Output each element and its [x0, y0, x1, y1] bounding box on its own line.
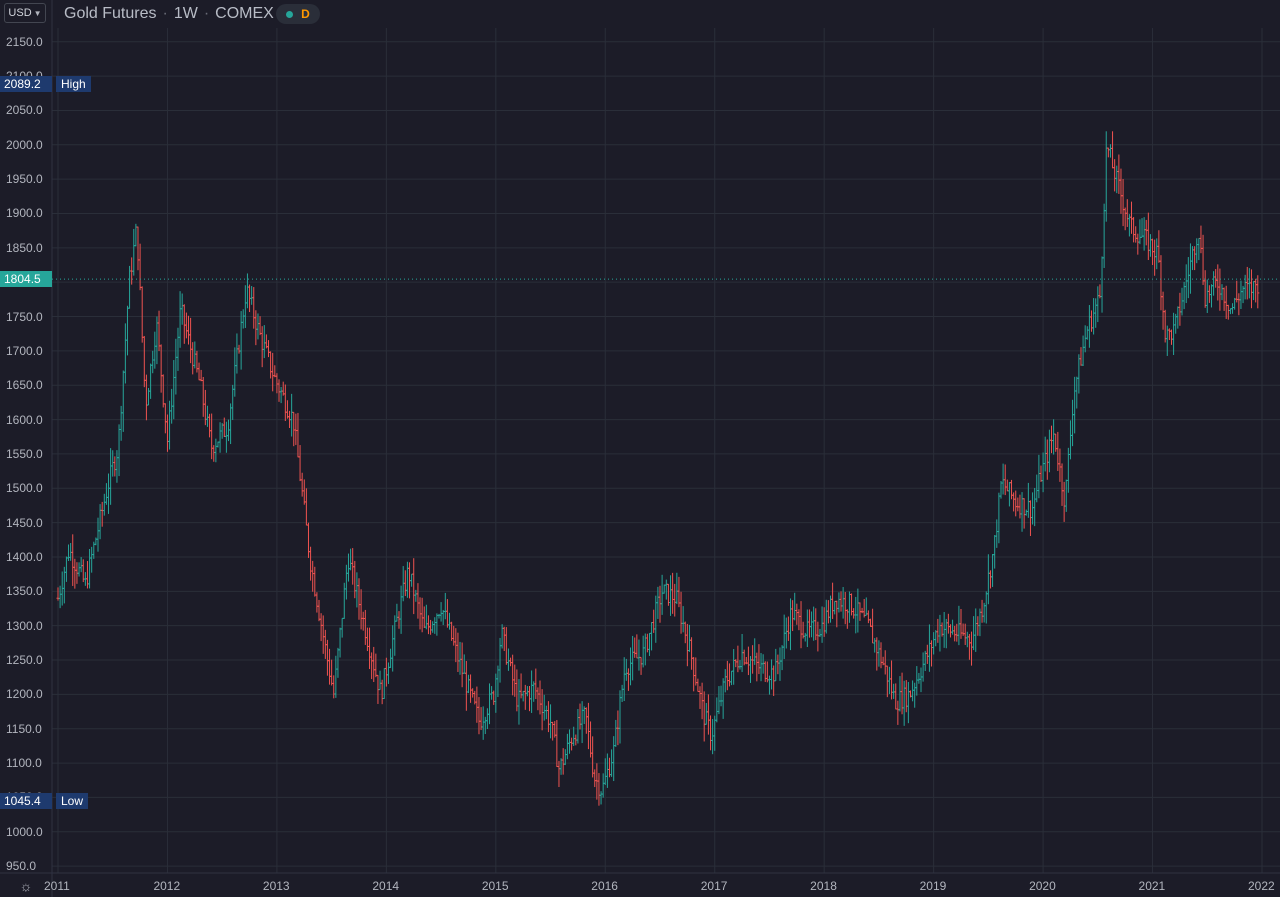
price-tick-label: 1400.0	[6, 549, 43, 564]
price-tick-label: 1250.0	[6, 653, 43, 668]
time-tick-label: 2014	[372, 879, 400, 893]
price-tick-label: 950.0	[6, 859, 37, 874]
low-price-label: 1045.4	[0, 792, 52, 809]
price-tick-label: 1350.0	[6, 584, 43, 599]
price-tick-label: 1550.0	[6, 446, 43, 461]
last-price-label: 1804.5	[0, 271, 52, 288]
price-tick-label: 1900.0	[6, 206, 43, 221]
time-tick-label: 2021	[1138, 879, 1166, 893]
price-tick-label: 1300.0	[6, 618, 43, 633]
time-tick-label: 2020	[1029, 879, 1056, 893]
price-tick-label: 1000.0	[6, 824, 43, 839]
price-tick-label: 1450.0	[6, 515, 43, 530]
time-tick-label: 2012	[153, 879, 181, 893]
ohlc-chart[interactable]	[0, 0, 1280, 897]
price-tick-label: 2050.0	[6, 103, 43, 118]
time-tick-label: 2013	[262, 879, 290, 893]
price-tick-label: 1650.0	[6, 378, 43, 393]
gear-icon[interactable]: ☼	[12, 877, 40, 895]
price-tick-label: 1750.0	[6, 309, 43, 324]
price-tick-label: 1150.0	[6, 721, 42, 736]
price-tick-label: 2150.0	[6, 34, 43, 49]
price-tick-label: 1850.0	[6, 240, 43, 255]
data-status-letter: D	[301, 7, 310, 21]
low-tag: Low	[56, 792, 89, 809]
time-tick-label: 2015	[481, 879, 509, 893]
time-tick-label: 2018	[810, 879, 837, 893]
price-tick-label: 1700.0	[6, 343, 43, 358]
price-tick-label: 1950.0	[6, 172, 43, 187]
time-tick-label: 2022	[1248, 879, 1275, 893]
price-tick-label: 1200.0	[6, 687, 43, 702]
time-tick-label: 2011	[44, 879, 70, 893]
market-open-dot-icon	[286, 10, 294, 18]
currency-label: USD	[8, 7, 32, 19]
time-tick-label: 2017	[700, 879, 728, 893]
time-tick-label: 2016	[591, 879, 618, 893]
currency-select[interactable]: USD ▼	[4, 3, 46, 23]
price-tick-label: 1600.0	[6, 412, 43, 427]
time-tick-label: 2019	[919, 879, 947, 893]
chart-area[interactable]	[0, 0, 1280, 897]
high-tag: High	[56, 75, 91, 92]
price-tick-label: 1500.0	[6, 481, 43, 496]
price-tick-label: 1100.0	[6, 756, 42, 771]
high-price-label: 2089.2	[0, 75, 52, 92]
price-tick-label: 2000.0	[6, 137, 43, 152]
market-status-pill[interactable]: D	[276, 4, 320, 24]
chevron-down-icon: ▼	[33, 8, 42, 18]
